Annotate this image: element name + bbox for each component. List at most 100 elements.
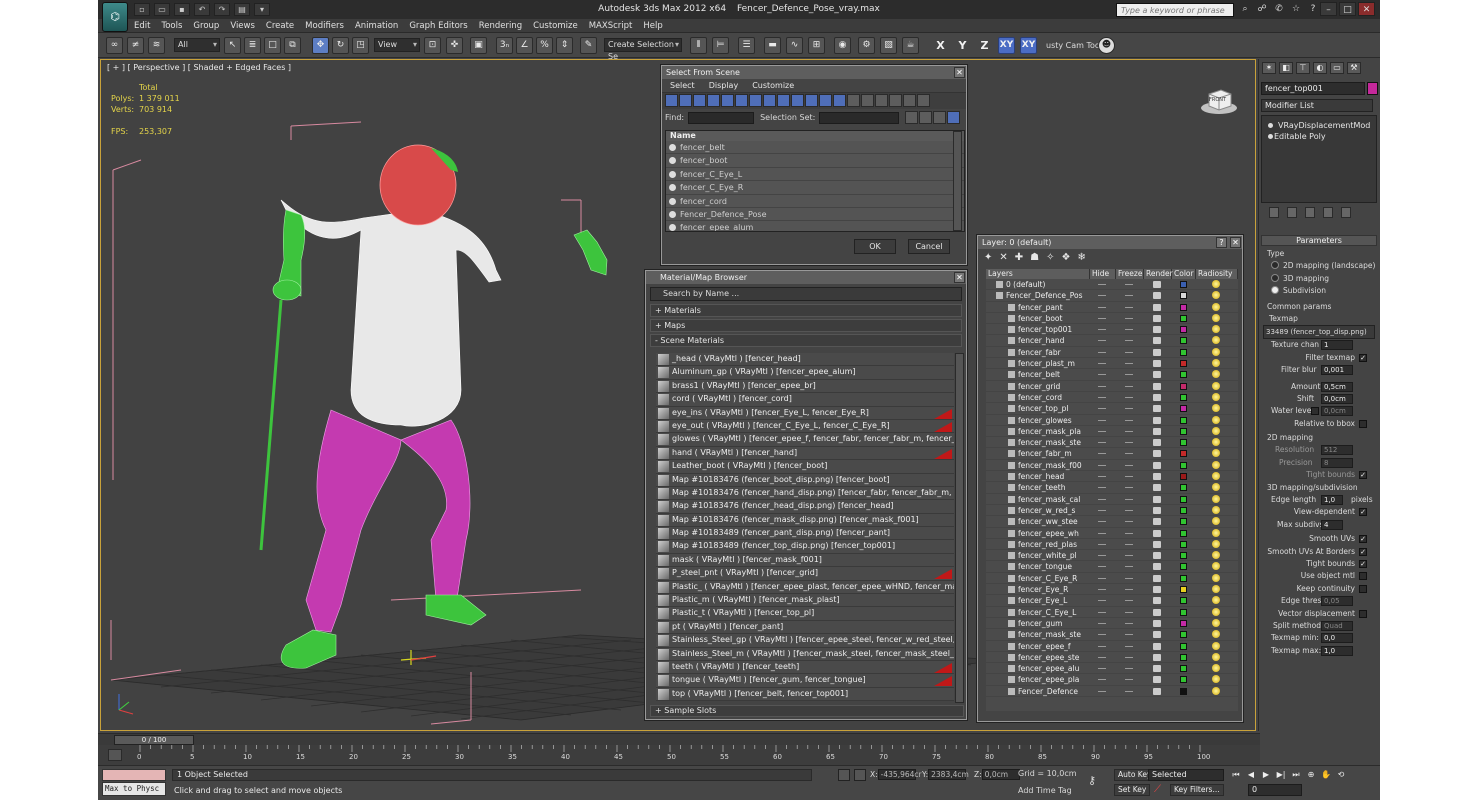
layer-color-swatch[interactable]	[1180, 631, 1187, 639]
skull-icon[interactable]: ☻	[1098, 37, 1115, 54]
pivot-center-icon[interactable]: ⊡	[424, 37, 441, 54]
list-item[interactable]: Map #10183476 (fencer_boot_disp.png) [fe…	[656, 473, 954, 487]
hide-toggle[interactable]	[1098, 498, 1106, 500]
render-toggle-icon[interactable]	[1153, 314, 1161, 322]
layer-color-swatch[interactable]	[1180, 382, 1187, 390]
sel-set-edit-icon[interactable]	[933, 111, 947, 124]
time-slider-thumb[interactable]: 0 / 100	[114, 735, 194, 745]
select-scale-icon[interactable]: ◳	[352, 37, 369, 54]
hide-toggle[interactable]	[1098, 577, 1106, 579]
menu-edit[interactable]: Edit	[134, 19, 150, 33]
list-item[interactable]: top ( VRayMtl ) [fencer_belt, fencer_top…	[656, 687, 954, 702]
radiosity-icon[interactable]	[1212, 359, 1220, 368]
freeze-toggle[interactable]	[1125, 317, 1133, 319]
ribbon-icon[interactable]: ▬	[764, 37, 781, 54]
list-item[interactable]: fencer_C_Eye_R	[666, 181, 964, 195]
render-toggle-icon[interactable]	[1153, 484, 1161, 492]
freeze-toggle[interactable]	[1125, 656, 1133, 658]
freeze-toggle[interactable]	[1125, 430, 1133, 432]
table-row[interactable]: fencer_white_pl	[986, 550, 1238, 562]
hide-toggle[interactable]	[1098, 622, 1106, 624]
table-row[interactable]: fencer_mask_f00	[986, 460, 1238, 472]
filter-groups-icon[interactable]	[749, 94, 762, 107]
list-item[interactable]: eye_ins ( VRayMtl ) [fencer_Eye_L, fence…	[656, 406, 954, 420]
snap-3d-icon[interactable]: 3ₙ	[496, 37, 513, 54]
curve-editor-icon[interactable]: ∿	[786, 37, 803, 54]
menu-views[interactable]: Views	[230, 19, 255, 33]
hide-toggle[interactable]	[1098, 295, 1106, 297]
align-icon[interactable]: ⊨	[712, 37, 729, 54]
render-toggle-icon[interactable]	[1153, 642, 1161, 650]
schematic-view-icon[interactable]: ⊞	[808, 37, 825, 54]
render-toggle-icon[interactable]	[1153, 619, 1161, 627]
help-icon[interactable]: ?	[1306, 3, 1320, 16]
list-item[interactable]: Plastic_m ( VRayMtl ) [fencer_mask_plast…	[656, 594, 954, 608]
menu-maxscript[interactable]: MAXScript	[589, 19, 633, 33]
list-item[interactable]: fencer_epee_alum	[666, 221, 964, 231]
hide-toggle[interactable]	[1098, 430, 1106, 432]
layer-color-swatch[interactable]	[1180, 619, 1187, 627]
hide-toggle[interactable]	[1098, 611, 1106, 613]
hide-toggle[interactable]	[1098, 509, 1106, 511]
hide-toggle[interactable]	[1098, 476, 1106, 478]
menu-tools[interactable]: Tools	[161, 19, 182, 33]
list-item[interactable]: Aluminum_gp ( VRayMtl ) [fencer_epee_alu…	[656, 366, 954, 380]
save-icon[interactable]: ▪	[174, 3, 190, 16]
menu-create[interactable]: Create	[266, 19, 294, 33]
freeze-toggle[interactable]	[1125, 600, 1133, 602]
axis-z-button[interactable]: Z	[976, 37, 993, 54]
radiosity-icon[interactable]	[1212, 325, 1220, 334]
layer-color-swatch[interactable]	[1180, 597, 1187, 605]
radiosity-icon[interactable]	[1212, 528, 1220, 537]
selection-filter-dropdown[interactable]: All	[174, 38, 220, 52]
list-item[interactable]: Map #10183489 (fencer_top_disp.png) [fen…	[656, 540, 954, 554]
group-scene-materials[interactable]: - Scene Materials	[650, 334, 962, 347]
render-toggle-icon[interactable]	[1153, 552, 1161, 560]
freeze-toggle[interactable]	[1125, 295, 1133, 297]
menu-rendering[interactable]: Rendering	[479, 19, 522, 33]
select-move-icon[interactable]: ✥	[312, 37, 329, 54]
table-row[interactable]: fencer_epee_alu	[986, 663, 1238, 675]
list-item[interactable]: Leather_boot ( VRayMtl ) [fencer_boot]	[656, 460, 954, 474]
list-item[interactable]: Stainless_Steel_m ( VRayMtl ) [fencer_ma…	[656, 647, 954, 661]
relative-bbox-checkbox[interactable]	[1359, 419, 1367, 428]
table-row[interactable]: Fencer_Defence_Pos	[986, 290, 1238, 302]
render-toggle-icon[interactable]	[1153, 540, 1161, 548]
list-item[interactable]: fencer_belt	[666, 141, 964, 155]
communication-icon[interactable]: ✆	[1272, 3, 1286, 16]
radiosity-icon[interactable]	[1212, 381, 1220, 390]
filter-geometry-icon[interactable]	[665, 94, 678, 107]
radiosity-icon[interactable]	[1212, 280, 1220, 288]
table-row[interactable]: fencer_epee_wh	[986, 528, 1238, 539]
minimize-button[interactable]: –	[1320, 2, 1337, 16]
tight-bounds-checkbox[interactable]: ✓	[1359, 471, 1367, 480]
viewcube[interactable]: FRONT	[1199, 86, 1239, 116]
freeze-toggle[interactable]	[1125, 532, 1133, 534]
hierarchy-tab-icon[interactable]: ⊤	[1296, 62, 1310, 74]
radiosity-icon[interactable]	[1212, 562, 1220, 571]
render-toggle-icon[interactable]	[1153, 371, 1161, 379]
select-by-name-icon[interactable]: ≣	[244, 37, 261, 54]
coord-z-field[interactable]: 0,0cm	[981, 769, 1020, 780]
layer-color-swatch[interactable]	[1180, 586, 1187, 594]
freeze-toggle[interactable]	[1125, 543, 1133, 545]
filter-helpers-icon[interactable]	[721, 94, 734, 107]
menu-animation[interactable]: Animation	[355, 19, 398, 33]
filter-funnel-icon[interactable]	[903, 94, 916, 107]
open-file-icon[interactable]: ▭	[154, 3, 170, 16]
sfs-menu-customize[interactable]: Customize	[752, 79, 794, 92]
radiosity-icon[interactable]	[1212, 664, 1220, 673]
hide-toggle[interactable]	[1098, 656, 1106, 658]
filter-bones-icon[interactable]	[777, 94, 790, 107]
freeze-toggle[interactable]	[1125, 555, 1133, 557]
freeze-toggle[interactable]	[1125, 634, 1133, 636]
menu-graph-editors[interactable]: Graph Editors	[409, 19, 467, 33]
list-item[interactable]: Map #10183476 (fencer_mask_disp.png) [fe…	[656, 513, 954, 528]
radiosity-icon[interactable]	[1212, 686, 1220, 695]
render-toggle-icon[interactable]	[1153, 631, 1161, 639]
layer-manager-icon[interactable]: ☰	[738, 37, 755, 54]
list-item[interactable]: eye_out ( VRayMtl ) [fencer_C_Eye_L, fen…	[656, 419, 954, 434]
texmap-max-field[interactable]: 1,0	[1321, 645, 1353, 656]
pan-view-icon[interactable]: ✋	[1320, 769, 1332, 780]
time-slider[interactable]: 0 / 100	[98, 733, 1260, 745]
